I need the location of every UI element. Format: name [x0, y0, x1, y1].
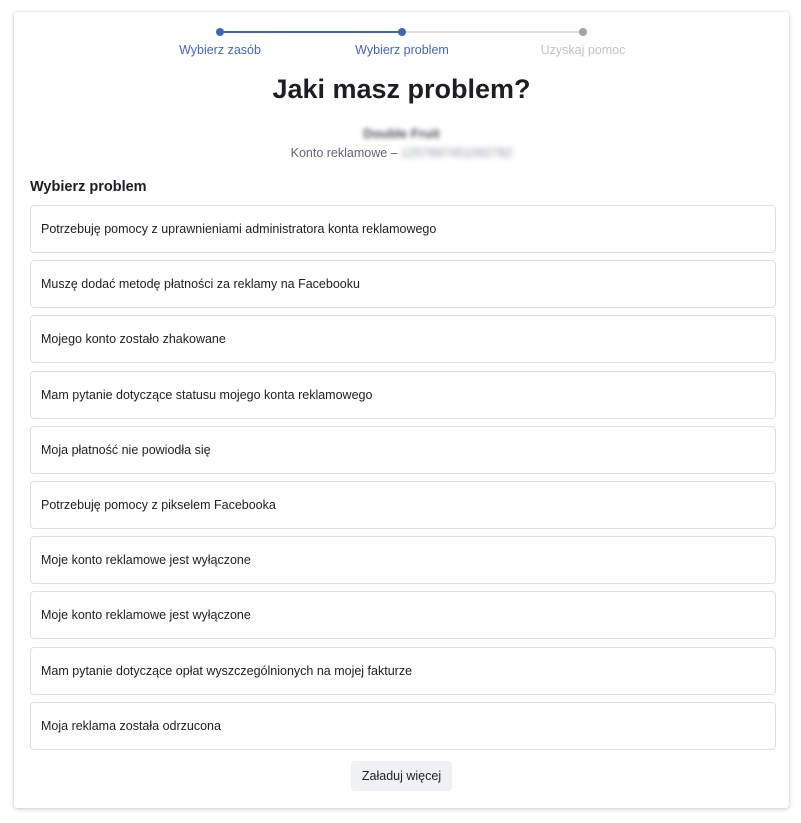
problem-option-label: Mojego konto zostało zhakowane	[41, 332, 226, 347]
problem-option-label: Mam pytanie dotyczące opłat wyszczególni…	[41, 663, 413, 678]
problem-option[interactable]: Moje konto reklamowe jest wyłączone	[30, 536, 776, 585]
problem-option[interactable]: Mojego konto zostało zhakowane	[30, 315, 776, 364]
step-dot-completed-icon	[216, 28, 224, 36]
step-dot-upcoming-icon	[579, 28, 587, 36]
problem-option-label: Moja reklama została odrzucona	[41, 718, 221, 733]
problem-option-label: Muszę dodać metodę płatności za reklamy …	[41, 277, 360, 292]
progress-stepper: Wybierz zasób Wybierz problem Uzyskaj po…	[14, 12, 789, 72]
stepper-line-completed	[220, 31, 402, 33]
problem-option-label: Potrzebuję pomocy z pikselem Facebooka	[41, 497, 276, 512]
step-choose-problem: Wybierz problem	[355, 43, 449, 57]
step-dot-current-icon	[398, 28, 406, 36]
section-title: Wybierz problem	[30, 179, 147, 195]
problem-option-label: Mam pytanie dotyczące statusu mojego kon…	[41, 387, 373, 402]
problem-option[interactable]: Moja reklama została odrzucona	[30, 701, 776, 750]
problem-option[interactable]: Potrzebuję pomocy z uprawnieniami admini…	[30, 205, 776, 253]
account-info: Konto reklamowe – 1257897451092782	[14, 146, 789, 160]
problem-option[interactable]: Potrzebuję pomocy z pikselem Facebooka	[30, 480, 776, 529]
problem-option-label: Potrzebuję pomocy z uprawnieniami admini…	[41, 222, 437, 236]
problem-option[interactable]: Mam pytanie dotyczące statusu mojego kon…	[30, 370, 776, 419]
problem-list: Potrzebuję pomocy z uprawnieniami admini…	[30, 205, 776, 757]
problem-option-label: Moje konto reklamowe jest wyłączone	[41, 553, 251, 568]
problem-option[interactable]: Moja płatność nie powiodła się	[30, 425, 776, 474]
problem-option-label: Moje konto reklamowe jest wyłączone	[41, 608, 251, 623]
step-get-help: Uzyskaj pomoc	[540, 43, 626, 57]
stepper-line-upcoming	[402, 31, 584, 33]
problem-option[interactable]: Moje konto reklamowe jest wyłączone	[30, 591, 776, 640]
account-type-label: Konto reklamowe –	[290, 146, 398, 160]
support-card: Wybierz zasób Wybierz problem Uzyskaj po…	[14, 12, 789, 808]
page-title: Jaki masz problem?	[272, 74, 531, 104]
load-more-button[interactable]: Załaduj więcej	[351, 761, 452, 791]
problem-option-label: Moja płatność nie powiodła się	[41, 442, 211, 457]
problem-option[interactable]: Mam pytanie dotyczące opłat wyszczególni…	[30, 646, 776, 695]
problem-option[interactable]: Muszę dodać metodę płatności za reklamy …	[30, 260, 776, 309]
account-id: 1257897451092782	[401, 146, 513, 160]
step-choose-resource[interactable]: Wybierz zasób	[140, 43, 300, 57]
account-name: Double Fruit	[363, 126, 440, 141]
